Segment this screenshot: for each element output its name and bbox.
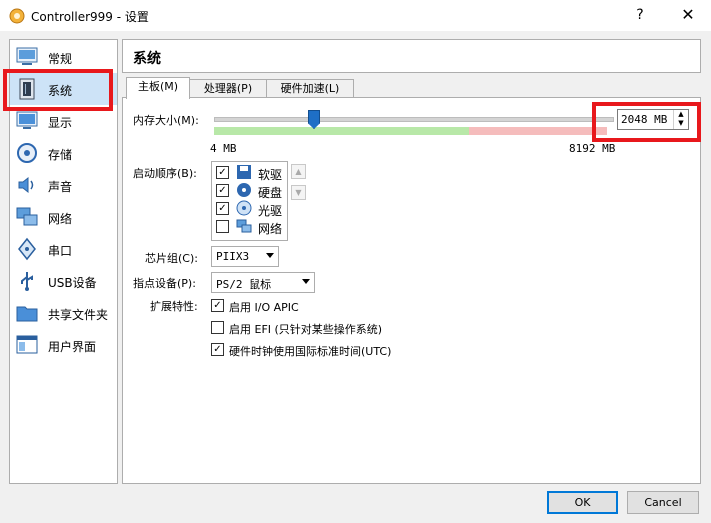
sidebar-item-label: 显示	[48, 116, 73, 130]
cancel-button[interactable]: Cancel	[627, 491, 699, 514]
section-title: 系统	[133, 51, 161, 67]
sidebar-item-shared-folders[interactable]: 共享文件夹	[10, 297, 117, 329]
scale-safe-zone	[214, 127, 470, 135]
shared-folder-icon	[16, 306, 38, 322]
pointing-device-label: 指点设备(P):	[133, 277, 196, 290]
sidebar-item-label: USB设备	[48, 276, 97, 290]
scale-danger-zone	[469, 127, 607, 135]
feature-checkbox[interactable]	[211, 321, 224, 334]
tab-panel	[122, 97, 701, 484]
feature-label: 启用 I/O APIC	[229, 301, 299, 314]
storage-icon	[17, 143, 37, 163]
sidebar-item-network[interactable]: 网络	[10, 201, 117, 233]
virtualbox-app-icon	[9, 8, 25, 24]
memory-label: 内存大小(M):	[133, 114, 199, 127]
sidebar-item-label: 共享文件夹	[48, 308, 109, 322]
serial-port-icon	[18, 237, 36, 261]
display-icon	[16, 111, 38, 129]
tab-acceleration[interactable]: 硬件加速(L)	[266, 79, 354, 98]
chevron-down-icon	[266, 253, 274, 258]
boot-checkbox[interactable]	[216, 220, 229, 233]
boot-item-label: 软驱	[258, 168, 283, 182]
boot-order-list: ✓ 软驱 ✓ 硬盘 ✓ 光驱 网络	[211, 161, 288, 241]
memory-max-label: 8192 MB	[569, 142, 616, 155]
audio-icon	[18, 176, 34, 194]
memory-slider-track[interactable]	[214, 117, 614, 122]
boot-order-label: 启动顺序(B):	[133, 167, 197, 180]
boot-item-network[interactable]: 网络	[216, 218, 286, 236]
chipset-label: 芯片组(C):	[145, 252, 198, 265]
sidebar-item-label: 用户界面	[48, 340, 97, 354]
usb-icon	[21, 272, 33, 291]
chipset-value: PIIX3	[216, 250, 250, 263]
network-icon	[16, 207, 38, 226]
move-up-icon[interactable]: ▲	[291, 164, 306, 179]
close-button[interactable]: ✕	[676, 4, 700, 26]
section-header: 系统	[122, 39, 701, 73]
boot-checkbox[interactable]: ✓	[216, 202, 229, 215]
general-icon	[16, 47, 38, 65]
memory-min-label: 4 MB	[210, 142, 237, 155]
user-interface-icon	[16, 335, 38, 354]
sidebar-item-usb[interactable]: USB设备	[10, 265, 117, 297]
boot-item-optical[interactable]: ✓ 光驱	[216, 200, 286, 218]
feature-checkbox[interactable]: ✓	[211, 343, 224, 356]
title-bar: Controller999 - 设置 ? ✕	[0, 0, 711, 31]
network-boot-icon	[236, 219, 252, 233]
pointing-device-value: PS/2 鼠标	[216, 278, 272, 291]
help-button[interactable]: ?	[628, 4, 652, 26]
sidebar-item-audio[interactable]: 声音	[10, 169, 117, 201]
sidebar-item-label: 存储	[48, 148, 73, 162]
chipset-select[interactable]: PIIX3	[211, 246, 279, 267]
sidebar-item-storage[interactable]: 存储	[10, 137, 117, 169]
sidebar-item-label: 串口	[48, 244, 73, 258]
boot-item-label: 硬盘	[258, 186, 283, 200]
sidebar-item-label: 常规	[48, 52, 73, 66]
sidebar-item-label: 声音	[48, 180, 73, 194]
tab-processor[interactable]: 处理器(P)	[189, 79, 267, 98]
features-label: 扩展特性:	[150, 300, 198, 313]
memory-slider-scale	[214, 127, 607, 135]
boot-item-label: 网络	[258, 222, 283, 236]
hard-disk-icon	[237, 183, 251, 197]
boot-checkbox[interactable]: ✓	[216, 166, 229, 179]
pointing-device-select[interactable]: PS/2 鼠标	[211, 272, 315, 293]
sidebar-item-user-interface[interactable]: 用户界面	[10, 329, 117, 361]
feature-label: 启用 EFI (只针对某些操作系统)	[229, 323, 383, 336]
annotation-highlight-system	[3, 69, 113, 111]
feature-checkbox[interactable]: ✓	[211, 299, 224, 312]
sidebar-item-serial-port[interactable]: 串口	[10, 233, 117, 265]
ok-button[interactable]: OK	[547, 491, 618, 514]
feature-label: 硬件时钟使用国际标准时间(UTC)	[229, 345, 392, 358]
boot-item-label: 光驱	[258, 204, 283, 218]
boot-item-floppy[interactable]: ✓ 软驱	[216, 164, 286, 182]
sidebar-item-label: 网络	[48, 212, 73, 226]
chevron-down-icon	[302, 279, 310, 284]
optical-drive-icon	[236, 200, 252, 216]
floppy-icon	[237, 165, 251, 179]
tab-motherboard[interactable]: 主板(M)	[126, 77, 190, 99]
move-down-icon[interactable]: ▼	[291, 185, 306, 200]
boot-checkbox[interactable]: ✓	[216, 184, 229, 197]
window-title: Controller999 - 设置	[31, 10, 149, 24]
annotation-highlight-memory	[592, 102, 701, 142]
boot-item-hard-disk[interactable]: ✓ 硬盘	[216, 182, 286, 200]
